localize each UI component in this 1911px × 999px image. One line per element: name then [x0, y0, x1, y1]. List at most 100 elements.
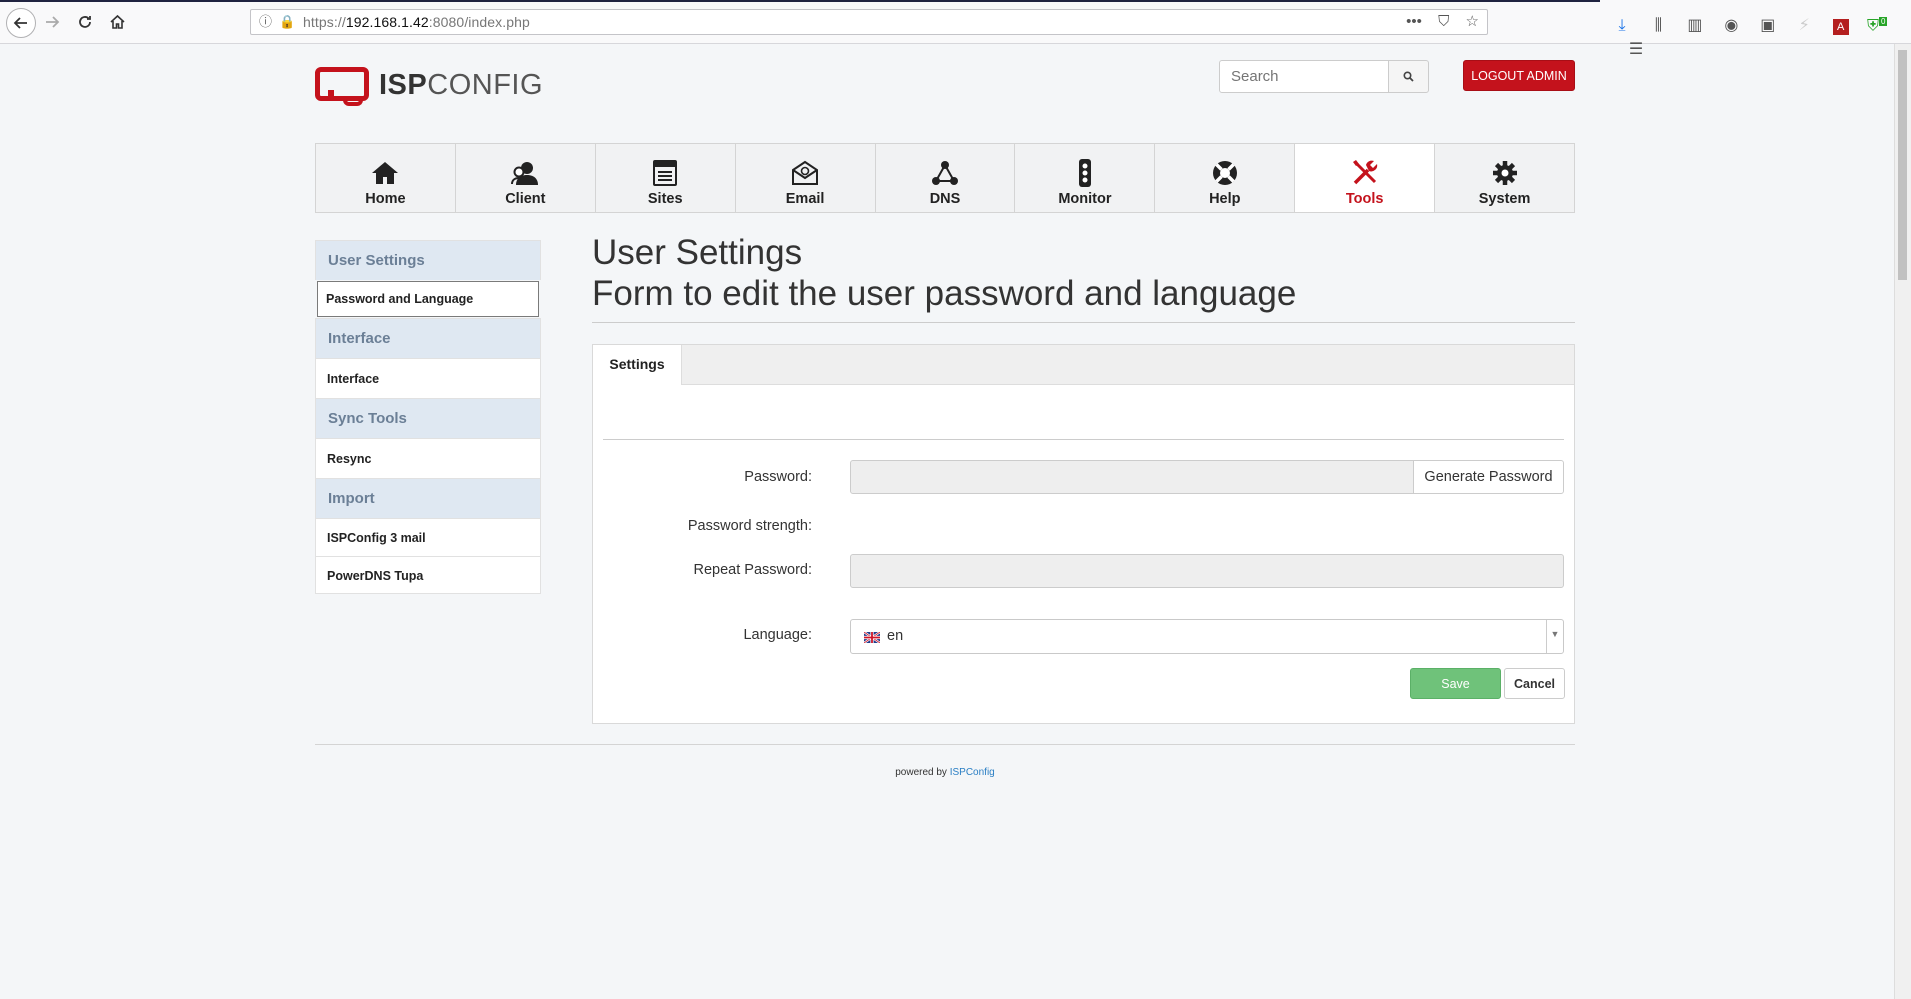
nav-help-label: Help — [1209, 191, 1241, 207]
url-text: https://192.168.1.42:8080/index.php — [303, 14, 530, 30]
flash-extension-icon[interactable]: ⚡ — [1792, 14, 1816, 38]
nav-monitor-label: Monitor — [1058, 191, 1112, 207]
sidebar-item-powerdns-tupa[interactable]: PowerDNS Tupa — [315, 556, 541, 594]
monitor-icon — [1078, 159, 1091, 187]
arrow-right-icon — [46, 16, 60, 28]
address-bar[interactable]: ⓘ 🔒 https://192.168.1.42:8080/index.php … — [250, 9, 1488, 35]
save-button[interactable]: Save — [1410, 668, 1501, 699]
shield-extension-icon[interactable]: ⛨ 0 — [1865, 10, 1889, 34]
nav-email-label: Email — [785, 191, 825, 207]
nav-system-label: System — [1478, 191, 1531, 207]
tab-settings[interactable]: Settings — [593, 345, 682, 385]
sidebar-item-resync[interactable]: Resync — [315, 438, 541, 478]
scrollbar-thumb[interactable] — [1898, 50, 1907, 280]
ispconfig-logo[interactable]: ISPCONFIG — [315, 65, 543, 109]
star-icon[interactable]: ☆ — [1466, 13, 1479, 30]
nav-client[interactable]: Client — [456, 144, 596, 212]
help-icon — [1212, 161, 1237, 185]
password-field[interactable] — [850, 460, 1414, 494]
footer: powered by ISPConfig — [315, 767, 1575, 778]
password-label: Password: — [744, 469, 812, 485]
nav-sites[interactable]: Sites — [596, 144, 736, 212]
cancel-button[interactable]: Cancel — [1504, 668, 1565, 699]
system-icon — [1492, 161, 1517, 185]
back-button[interactable] — [6, 8, 36, 38]
uk-flag-icon — [864, 632, 880, 643]
settings-panel: Settings Password: Generate Password Pas… — [592, 344, 1575, 724]
home-page-button[interactable] — [104, 9, 130, 35]
sidebar-item-interface[interactable]: Interface — [315, 358, 541, 398]
nav-tools[interactable]: Tools — [1295, 144, 1436, 212]
sidebar-section-interface: Interface — [315, 318, 541, 358]
chevron-down-icon[interactable]: ▼ — [1546, 620, 1563, 653]
page-title: User Settings — [592, 233, 803, 272]
insecure-lock-icon[interactable]: 🔒 — [279, 10, 295, 34]
panel-tab-bar — [593, 345, 1574, 385]
sidebar-toggle-icon[interactable]: ▥ — [1683, 14, 1707, 38]
nav-system[interactable]: System — [1435, 144, 1574, 212]
search-input[interactable] — [1219, 60, 1389, 93]
nav-dns[interactable]: DNS — [876, 144, 1016, 212]
language-label: Language: — [743, 627, 812, 643]
window-top-strip — [0, 0, 1600, 2]
footer-text: powered by — [895, 767, 947, 778]
nav-monitor[interactable]: Monitor — [1015, 144, 1156, 212]
ellipsis-icon[interactable]: ••• — [1406, 13, 1422, 30]
logo-monitor-base — [343, 99, 363, 106]
arrow-left-icon — [13, 17, 27, 29]
email-icon — [792, 160, 819, 185]
logout-button[interactable]: LOGOUT ADMIN — [1463, 60, 1575, 91]
screenshot-extension-icon[interactable]: ▣ — [1756, 14, 1780, 38]
page-scrollbar[interactable] — [1894, 44, 1911, 999]
sites-icon — [653, 160, 678, 186]
nav-tools-label: Tools — [1345, 191, 1384, 207]
language-select-value: en — [887, 628, 904, 644]
browser-extension-icons: ⤓ ⫼ ▥ ◉ ▣ ⚡ A ⛨ 0 ☰ — [1610, 10, 1911, 58]
nav-home[interactable]: Home — [316, 144, 456, 212]
pdf-extension-icon[interactable]: A — [1832, 19, 1849, 36]
sidebar-section-import: Import — [315, 478, 541, 518]
title-divider — [592, 322, 1575, 323]
repeat-password-field[interactable] — [850, 554, 1564, 588]
nav-email[interactable]: Email — [736, 144, 876, 212]
search-icon — [1403, 71, 1414, 82]
account-icon[interactable]: ◉ — [1719, 14, 1743, 38]
password-strength-label: Password strength: — [687, 518, 812, 534]
generate-password-button[interactable]: Generate Password — [1413, 460, 1564, 494]
house-icon — [109, 14, 125, 29]
sidebar-section-sync-tools: Sync Tools — [315, 398, 541, 438]
client-icon — [511, 162, 539, 185]
sidebar-section-user-settings: User Settings — [315, 240, 541, 280]
nav-dns-label: DNS — [929, 191, 961, 207]
info-icon[interactable]: ⓘ — [259, 10, 272, 34]
search-button[interactable] — [1388, 60, 1429, 93]
menu-icon[interactable]: ☰ — [1624, 38, 1648, 62]
nav-home-label: Home — [365, 191, 406, 207]
url-actions: ••• ⛉ ☆ — [1394, 10, 1479, 34]
sidebar-item-password-and-language[interactable]: Password and Language — [317, 281, 539, 317]
tools-icon — [1352, 160, 1377, 185]
library-icon[interactable]: ⫼ — [1646, 14, 1670, 38]
sidebar-item-ispconfig-3-mail[interactable]: ISPConfig 3 mail — [315, 518, 541, 556]
logo-wordmark: ISPCONFIG — [379, 69, 544, 101]
language-select[interactable]: en ▼ — [850, 619, 1564, 654]
repeat-password-label: Repeat Password: — [693, 562, 812, 578]
page-subtitle: Form to edit the user password and langu… — [592, 274, 1297, 313]
nav-sites-label: Sites — [647, 191, 683, 207]
reload-icon — [79, 16, 91, 28]
main-navigation: Home Client Sites Email DNS Monitor Help… — [315, 143, 1575, 213]
reload-button[interactable] — [72, 9, 98, 35]
logo-monitor-mark — [315, 67, 369, 101]
footer-ispconfig-link[interactable]: ISPConfig — [950, 767, 995, 778]
footer-divider — [315, 744, 1575, 745]
home-icon — [372, 162, 399, 184]
browser-toolbar: ⓘ 🔒 https://192.168.1.42:8080/index.php … — [0, 0, 1911, 58]
sidebar: User Settings Password and Language Inte… — [315, 240, 541, 594]
panel-divider — [603, 439, 1564, 440]
forward-button[interactable] — [39, 9, 65, 35]
pocket-icon[interactable]: ⛉ — [1438, 13, 1449, 30]
nav-client-label: Client — [505, 191, 546, 207]
download-icon[interactable]: ⤓ — [1610, 14, 1634, 38]
dns-icon — [932, 161, 958, 185]
nav-help[interactable]: Help — [1155, 144, 1296, 212]
